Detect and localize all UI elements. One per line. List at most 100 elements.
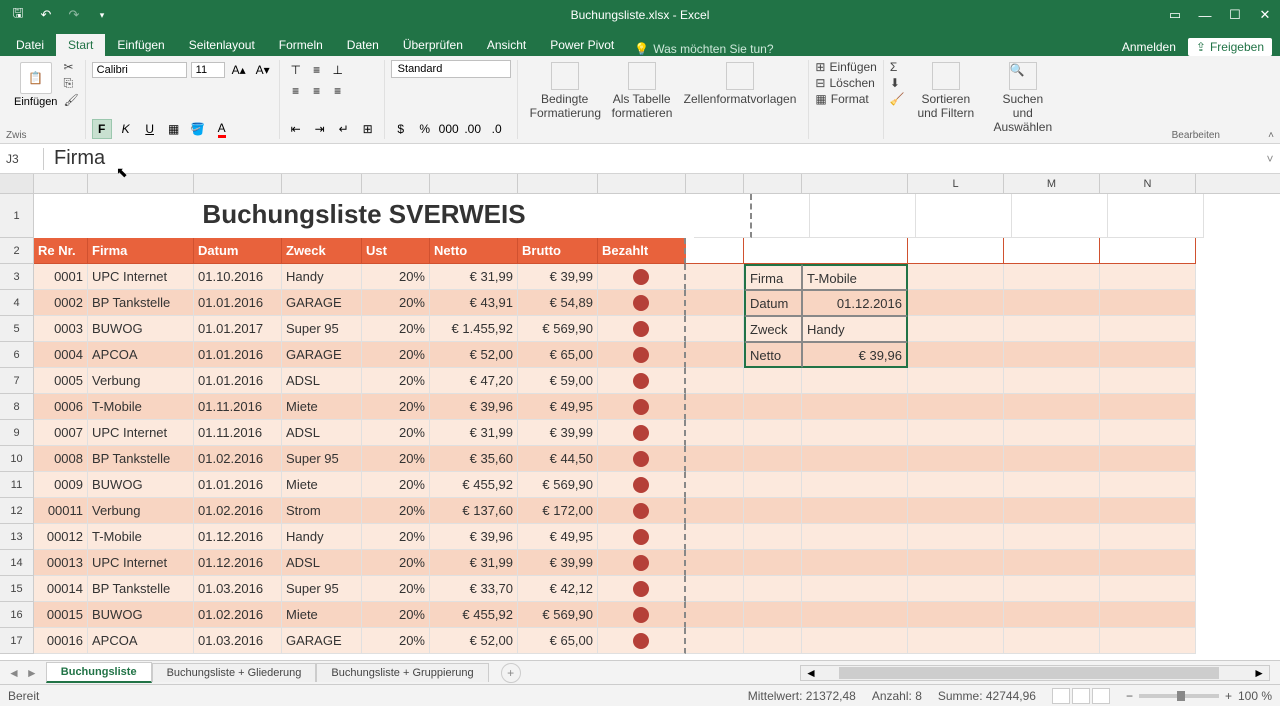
underline-button[interactable]: U — [140, 119, 160, 139]
paid-indicator[interactable] — [598, 446, 686, 472]
cell[interactable]: 01.03.2016 — [194, 576, 282, 602]
cell[interactable]: ADSL — [282, 420, 362, 446]
cell[interactable]: 01.11.2016 — [194, 420, 282, 446]
cell[interactable] — [686, 238, 744, 264]
cell[interactable] — [1004, 342, 1100, 368]
cell[interactable]: 20% — [362, 628, 430, 654]
cell[interactable]: GARAGE — [282, 342, 362, 368]
cell[interactable]: <-- Suchkriterium — [908, 238, 1004, 264]
select-all-corner[interactable] — [0, 174, 34, 193]
percent-icon[interactable]: % — [415, 119, 435, 139]
paste-button[interactable]: 📋 Einfügen — [12, 60, 59, 139]
tab-daten[interactable]: Daten — [335, 34, 391, 56]
cell[interactable]: 01.02.2016 — [194, 446, 282, 472]
name-box[interactable]: J3 — [0, 148, 44, 170]
cell[interactable]: 01.11.2016 — [194, 394, 282, 420]
scroll-left-icon[interactable]: ◄ — [801, 666, 821, 680]
cell[interactable]: € 42,12 — [518, 576, 598, 602]
cell[interactable] — [1004, 602, 1100, 628]
cell[interactable] — [744, 550, 802, 576]
cell[interactable] — [802, 550, 908, 576]
autosum-button[interactable]: Σ — [890, 60, 905, 74]
row-header[interactable]: 6 — [0, 342, 34, 368]
cell[interactable] — [744, 628, 802, 654]
cell[interactable] — [908, 394, 1004, 420]
cell[interactable] — [802, 368, 908, 394]
cell[interactable]: 20% — [362, 550, 430, 576]
cell[interactable]: 20% — [362, 420, 430, 446]
cell[interactable] — [1100, 628, 1196, 654]
lookup-label[interactable]: Zweck — [744, 316, 802, 342]
page-break-view-icon[interactable] — [1092, 688, 1110, 704]
cell[interactable] — [908, 342, 1004, 368]
col-header[interactable] — [282, 174, 362, 193]
copy-icon[interactable]: ⎘ — [63, 76, 78, 91]
cell[interactable]: 01.02.2016 — [194, 602, 282, 628]
cell[interactable] — [686, 524, 744, 550]
cell[interactable]: € 65,00 — [518, 628, 598, 654]
cell[interactable]: UPC Internet — [88, 550, 194, 576]
tab-einfuegen[interactable]: Einfügen — [105, 34, 176, 56]
cell[interactable]: 20% — [362, 576, 430, 602]
cell[interactable]: 00013 — [34, 550, 88, 576]
cell[interactable] — [1100, 472, 1196, 498]
cell[interactable] — [908, 316, 1004, 342]
zoom-out-icon[interactable]: − — [1126, 689, 1133, 703]
cell[interactable] — [908, 550, 1004, 576]
col-header[interactable] — [430, 174, 518, 193]
increase-decimal-icon[interactable]: .00 — [463, 119, 483, 139]
row-header[interactable]: 14 — [0, 550, 34, 576]
expand-formula-bar-icon[interactable]: ˅ — [1260, 152, 1280, 166]
paid-indicator[interactable] — [598, 368, 686, 394]
cell[interactable]: Verbung — [88, 368, 194, 394]
cell[interactable] — [1100, 420, 1196, 446]
cell[interactable] — [908, 498, 1004, 524]
cell[interactable] — [1100, 316, 1196, 342]
cell[interactable]: BP Tankstelle — [88, 290, 194, 316]
cell[interactable]: 01.01.2016 — [194, 342, 282, 368]
cell[interactable] — [1004, 524, 1100, 550]
cell[interactable] — [1004, 628, 1100, 654]
cell[interactable] — [802, 602, 908, 628]
ribbon-options-icon[interactable]: ▭ — [1160, 0, 1190, 30]
paid-indicator[interactable] — [598, 264, 686, 290]
cell[interactable]: 20% — [362, 368, 430, 394]
maximize-icon[interactable]: ☐ — [1220, 0, 1250, 30]
cell[interactable] — [1004, 498, 1100, 524]
paid-indicator[interactable] — [598, 628, 686, 654]
cell[interactable] — [752, 194, 810, 238]
align-middle-icon[interactable]: ≡ — [307, 60, 327, 80]
cell[interactable] — [802, 524, 908, 550]
paid-indicator[interactable] — [598, 420, 686, 446]
cell[interactable] — [744, 472, 802, 498]
cell[interactable] — [802, 628, 908, 654]
cell[interactable] — [686, 576, 744, 602]
cell[interactable] — [908, 446, 1004, 472]
cell[interactable]: UPC Internet — [88, 264, 194, 290]
cell[interactable] — [908, 290, 1004, 316]
cell[interactable]: 01.01.2016 — [194, 290, 282, 316]
cell[interactable] — [1004, 420, 1100, 446]
tab-start[interactable]: Start — [56, 34, 105, 56]
row-header[interactable]: 4 — [0, 290, 34, 316]
cell[interactable]: GARAGE — [282, 290, 362, 316]
normal-view-icon[interactable] — [1052, 688, 1070, 704]
collapse-ribbon-icon[interactable]: ˄ — [1268, 130, 1274, 141]
find-select-button[interactable]: 🔍Suchen und Auswählen — [987, 60, 1059, 139]
cell[interactable]: € 39,99 — [518, 264, 598, 290]
cell[interactable] — [744, 602, 802, 628]
cell[interactable]: € 455,92 — [430, 602, 518, 628]
cell[interactable] — [810, 194, 916, 238]
share-button[interactable]: ⇪ Freigeben — [1188, 38, 1272, 56]
cell[interactable]: 0003 — [34, 316, 88, 342]
horizontal-scrollbar[interactable]: ◄ ► — [800, 665, 1270, 681]
cell[interactable] — [1100, 446, 1196, 472]
cell[interactable]: 0005 — [34, 368, 88, 394]
paid-indicator[interactable] — [598, 550, 686, 576]
paid-indicator[interactable] — [598, 524, 686, 550]
cell[interactable] — [1004, 576, 1100, 602]
align-bottom-icon[interactable]: ⊥ — [328, 60, 348, 80]
row-header[interactable]: 11 — [0, 472, 34, 498]
paid-indicator[interactable] — [598, 498, 686, 524]
cell[interactable] — [908, 368, 1004, 394]
